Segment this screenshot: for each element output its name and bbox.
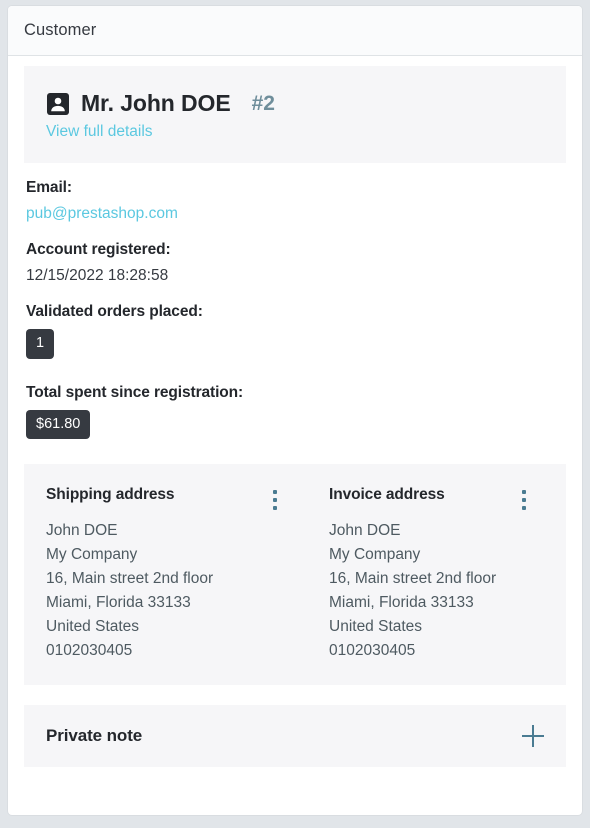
detail-email: Email: pub@prestashop.com (24, 179, 566, 223)
shipping-address-title: Shipping address (46, 486, 175, 503)
customer-id: #2 (251, 91, 275, 115)
detail-label: Validated orders placed: (26, 303, 203, 320)
invoice-address-header: Invoice address (329, 486, 544, 512)
customer-summary-panel: Mr. John DOE #2 View full details (24, 66, 566, 163)
invoice-address-kebab-menu-icon[interactable] (516, 488, 532, 512)
address-line: John DOE (46, 522, 118, 539)
detail-label: Total spent since registration: (26, 383, 244, 401)
validated-orders-badge: 1 (26, 329, 55, 359)
detail-label: Email: (26, 179, 72, 196)
address-line: Miami, Florida 33133 (46, 594, 191, 611)
contact-card-icon (47, 92, 69, 115)
detail-label: Account registered: (26, 241, 171, 258)
addresses-panel: Shipping address John DOE My Company 16,… (24, 464, 566, 685)
address-line: Miami, Florida 33133 (329, 594, 474, 611)
detail-validated-orders: Validated orders placed: 1 (24, 303, 566, 377)
address-line: 16, Main street 2nd floor (46, 570, 214, 587)
total-spent-badge: $61.80 (26, 409, 91, 439)
address-line: 16, Main street 2nd floor (329, 570, 497, 587)
address-line: United States (46, 618, 140, 635)
shipping-address-block: Shipping address John DOE My Company 16,… (46, 486, 295, 663)
panel-header: Customer (8, 6, 582, 56)
customer-panel-card: Customer Mr. John DOE #2 View full detai… (8, 6, 582, 815)
customer-name: Mr. John DOE (81, 90, 231, 116)
address-line: My Company (46, 546, 138, 563)
page-title: Customer (24, 21, 97, 39)
invoice-address-block: Invoice address John DOE My Company 16, … (295, 486, 544, 663)
address-line: United States (329, 618, 423, 635)
private-note-title: Private note (46, 726, 143, 745)
detail-total-spent: Total spent since registration: $61.80 (24, 384, 566, 458)
address-line: My Company (329, 546, 421, 563)
shipping-address-header: Shipping address (46, 486, 295, 512)
panel-body: Mr. John DOE #2 View full details Email:… (8, 56, 582, 767)
address-line: John DOE (329, 522, 401, 539)
account-registered-value: 12/15/2022 18:28:58 (26, 267, 169, 284)
view-full-details-link[interactable]: View full details (46, 123, 153, 140)
invoice-address-title: Invoice address (329, 486, 445, 503)
customer-email-value[interactable]: pub@prestashop.com (26, 205, 566, 223)
customer-details-list: Email: pub@prestashop.com Account regist… (24, 179, 566, 457)
detail-account-registered: Account registered: 12/15/2022 18:28:58 (24, 241, 566, 285)
private-note-section[interactable]: Private note (24, 705, 566, 767)
customer-name-row: Mr. John DOE #2 (46, 90, 544, 117)
address-line: 0102030405 (46, 642, 133, 659)
address-line: 0102030405 (329, 642, 416, 659)
shipping-address-kebab-menu-icon[interactable] (267, 488, 283, 512)
plus-icon[interactable] (522, 725, 544, 747)
